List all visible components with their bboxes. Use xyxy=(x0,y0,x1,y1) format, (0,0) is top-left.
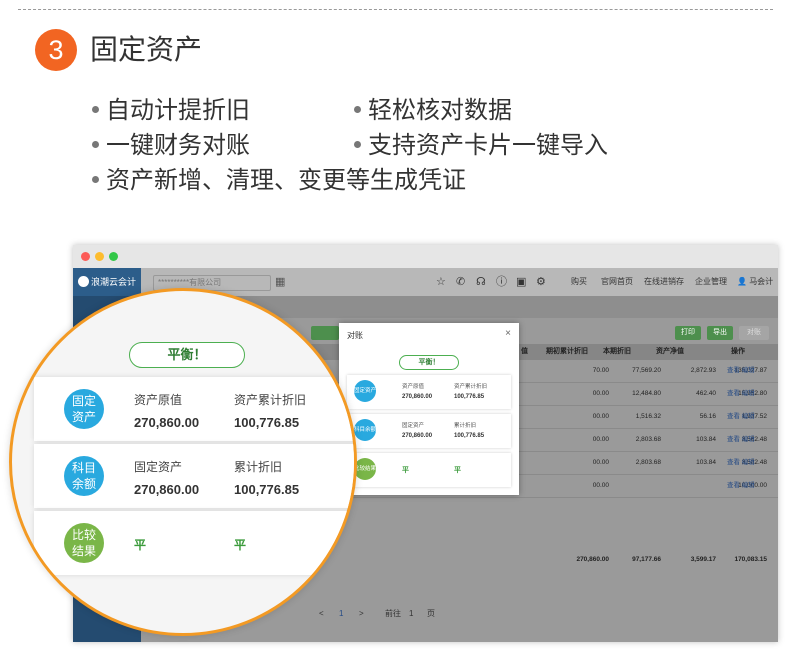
table-cell: 00.00 xyxy=(592,436,609,443)
next-page-button[interactable]: > xyxy=(359,608,364,620)
card-badge: 科目余额 xyxy=(354,419,376,441)
feature-item: 轻松核对数据 xyxy=(354,95,512,127)
document-icon[interactable]: ▣ xyxy=(516,275,526,289)
card-badge: 比较结果 xyxy=(354,458,376,480)
row-actions[interactable]: 查看 编辑 xyxy=(727,475,755,497)
card-badge: 固定资产 xyxy=(354,380,376,402)
page-unit-label: 页 xyxy=(427,609,435,618)
section-title: 固定资产 xyxy=(90,34,203,65)
feature-item: 支持资产卡片一键导入 xyxy=(354,130,608,162)
dialog-card-comparison: 比较结果 平 平 xyxy=(347,453,511,487)
card-badge: 科目余额 xyxy=(64,456,104,496)
zoom-card-account-balance: 科目 余额 固定资产 累计折旧 270,860.00 100,776.85 xyxy=(34,444,354,508)
print-button[interactable]: 打印 xyxy=(675,326,701,340)
dialog-card-fixed-assets: 固定资产 资产原值 资产累计折旧 270,860.00 100,776.85 xyxy=(347,375,511,409)
nav-enterprise[interactable]: 企业管理 xyxy=(695,276,727,288)
add-button[interactable] xyxy=(311,326,339,340)
phone-icon[interactable]: ✆ xyxy=(456,275,465,289)
card-badge: 比较结果 xyxy=(64,523,104,563)
zoom-card-fixed-assets: 固定 资产 资产原值 资产累计折旧 270,860.00 100,776.85 xyxy=(34,377,354,441)
close-icon[interactable]: × xyxy=(505,328,511,339)
dialog-card-account-balance: 科目余额 固定资产 累计折旧 270,860.00 100,776.85 xyxy=(347,414,511,448)
zoom-card-comparison: 比较 结果 平 平 xyxy=(34,511,354,575)
nav-homepage[interactable]: 官网首页 xyxy=(601,276,633,288)
table-cell: 462.40 xyxy=(696,390,716,397)
nav-buy[interactable]: 购买 xyxy=(571,276,587,288)
maximize-window-button[interactable] xyxy=(109,252,118,261)
prev-page-button[interactable]: < xyxy=(319,608,324,620)
feature-item: 一键财务对账 xyxy=(92,130,250,162)
table-cell: 56.16 xyxy=(699,413,716,420)
bullet-dot xyxy=(92,106,99,114)
goto-label: 前往 xyxy=(385,609,401,618)
feature-item: 资产新增、清理、变更等生成凭证 xyxy=(92,165,466,197)
table-cell: 2,803.68 xyxy=(635,436,661,443)
bullet-dot xyxy=(354,106,361,114)
balance-badge: 平衡！ xyxy=(399,355,459,370)
balance-badge: 平衡！ xyxy=(129,342,245,368)
card-badge: 固定资产 xyxy=(64,389,104,429)
settings-icon[interactable]: ⚙ xyxy=(536,275,546,289)
feature-item: 自动计提折旧 xyxy=(92,95,250,127)
minimize-window-button[interactable] xyxy=(95,252,104,261)
step-number-badge: 3 xyxy=(35,29,77,71)
goto-page-input[interactable]: 1 xyxy=(409,608,413,620)
table-cell: 70.00 xyxy=(592,367,609,374)
logo-icon xyxy=(78,276,89,287)
export-button[interactable]: 导出 xyxy=(707,326,733,340)
row-actions[interactable]: 查看 编辑 xyxy=(727,406,755,428)
table-cell: 2,803.68 xyxy=(635,459,661,466)
table-cell: 12,484.80 xyxy=(632,390,661,397)
magnifier-zoom: 平衡！ 固定 资产 资产原值 资产累计折旧 270,860.00 100,776.… xyxy=(9,288,357,636)
table-cell: 00.00 xyxy=(592,459,609,466)
table-cell: 00.00 xyxy=(592,390,609,397)
headset-icon[interactable]: ☊ xyxy=(476,275,486,289)
reconcile-dialog: 对账 × 平衡！ 固定资产 资产原值 资产累计折旧 270,860.00 100… xyxy=(339,323,519,495)
row-actions[interactable]: 查看 编辑 xyxy=(727,429,755,451)
reconcile-button[interactable]: 对账 xyxy=(739,326,769,340)
star-icon[interactable]: ☆ xyxy=(436,275,446,289)
bullet-dot xyxy=(92,176,99,184)
top-dashed-divider xyxy=(18,9,773,10)
close-window-button[interactable] xyxy=(81,252,90,261)
table-cell: 00.00 xyxy=(592,482,609,489)
brand-logo[interactable]: 浪潮云会计 xyxy=(73,268,141,296)
dialog-title: 对账 xyxy=(347,331,363,340)
bullet-dot xyxy=(92,141,99,149)
user-menu[interactable]: 👤 马会计 xyxy=(737,276,773,288)
table-cell: 2,872.93 xyxy=(690,367,716,374)
help-icon[interactable]: ⓘ xyxy=(496,275,507,289)
table-cell: 103.84 xyxy=(696,459,716,466)
current-page[interactable]: 1 xyxy=(339,608,343,620)
window-titlebar xyxy=(73,245,778,268)
row-actions[interactable]: 查看 编辑 xyxy=(727,452,755,474)
bullet-dot xyxy=(354,141,361,149)
nav-inventory[interactable]: 在线进销存 xyxy=(644,276,684,288)
row-actions[interactable]: 查看 编辑 xyxy=(727,360,755,382)
row-actions[interactable]: 查看 编辑 xyxy=(727,383,755,405)
table-cell: 1,516.32 xyxy=(635,413,661,420)
table-cell: 103.84 xyxy=(696,436,716,443)
table-cell: 77,569.20 xyxy=(632,367,661,374)
grid-icon[interactable]: ▦ xyxy=(275,276,287,288)
table-cell: 00.00 xyxy=(592,413,609,420)
